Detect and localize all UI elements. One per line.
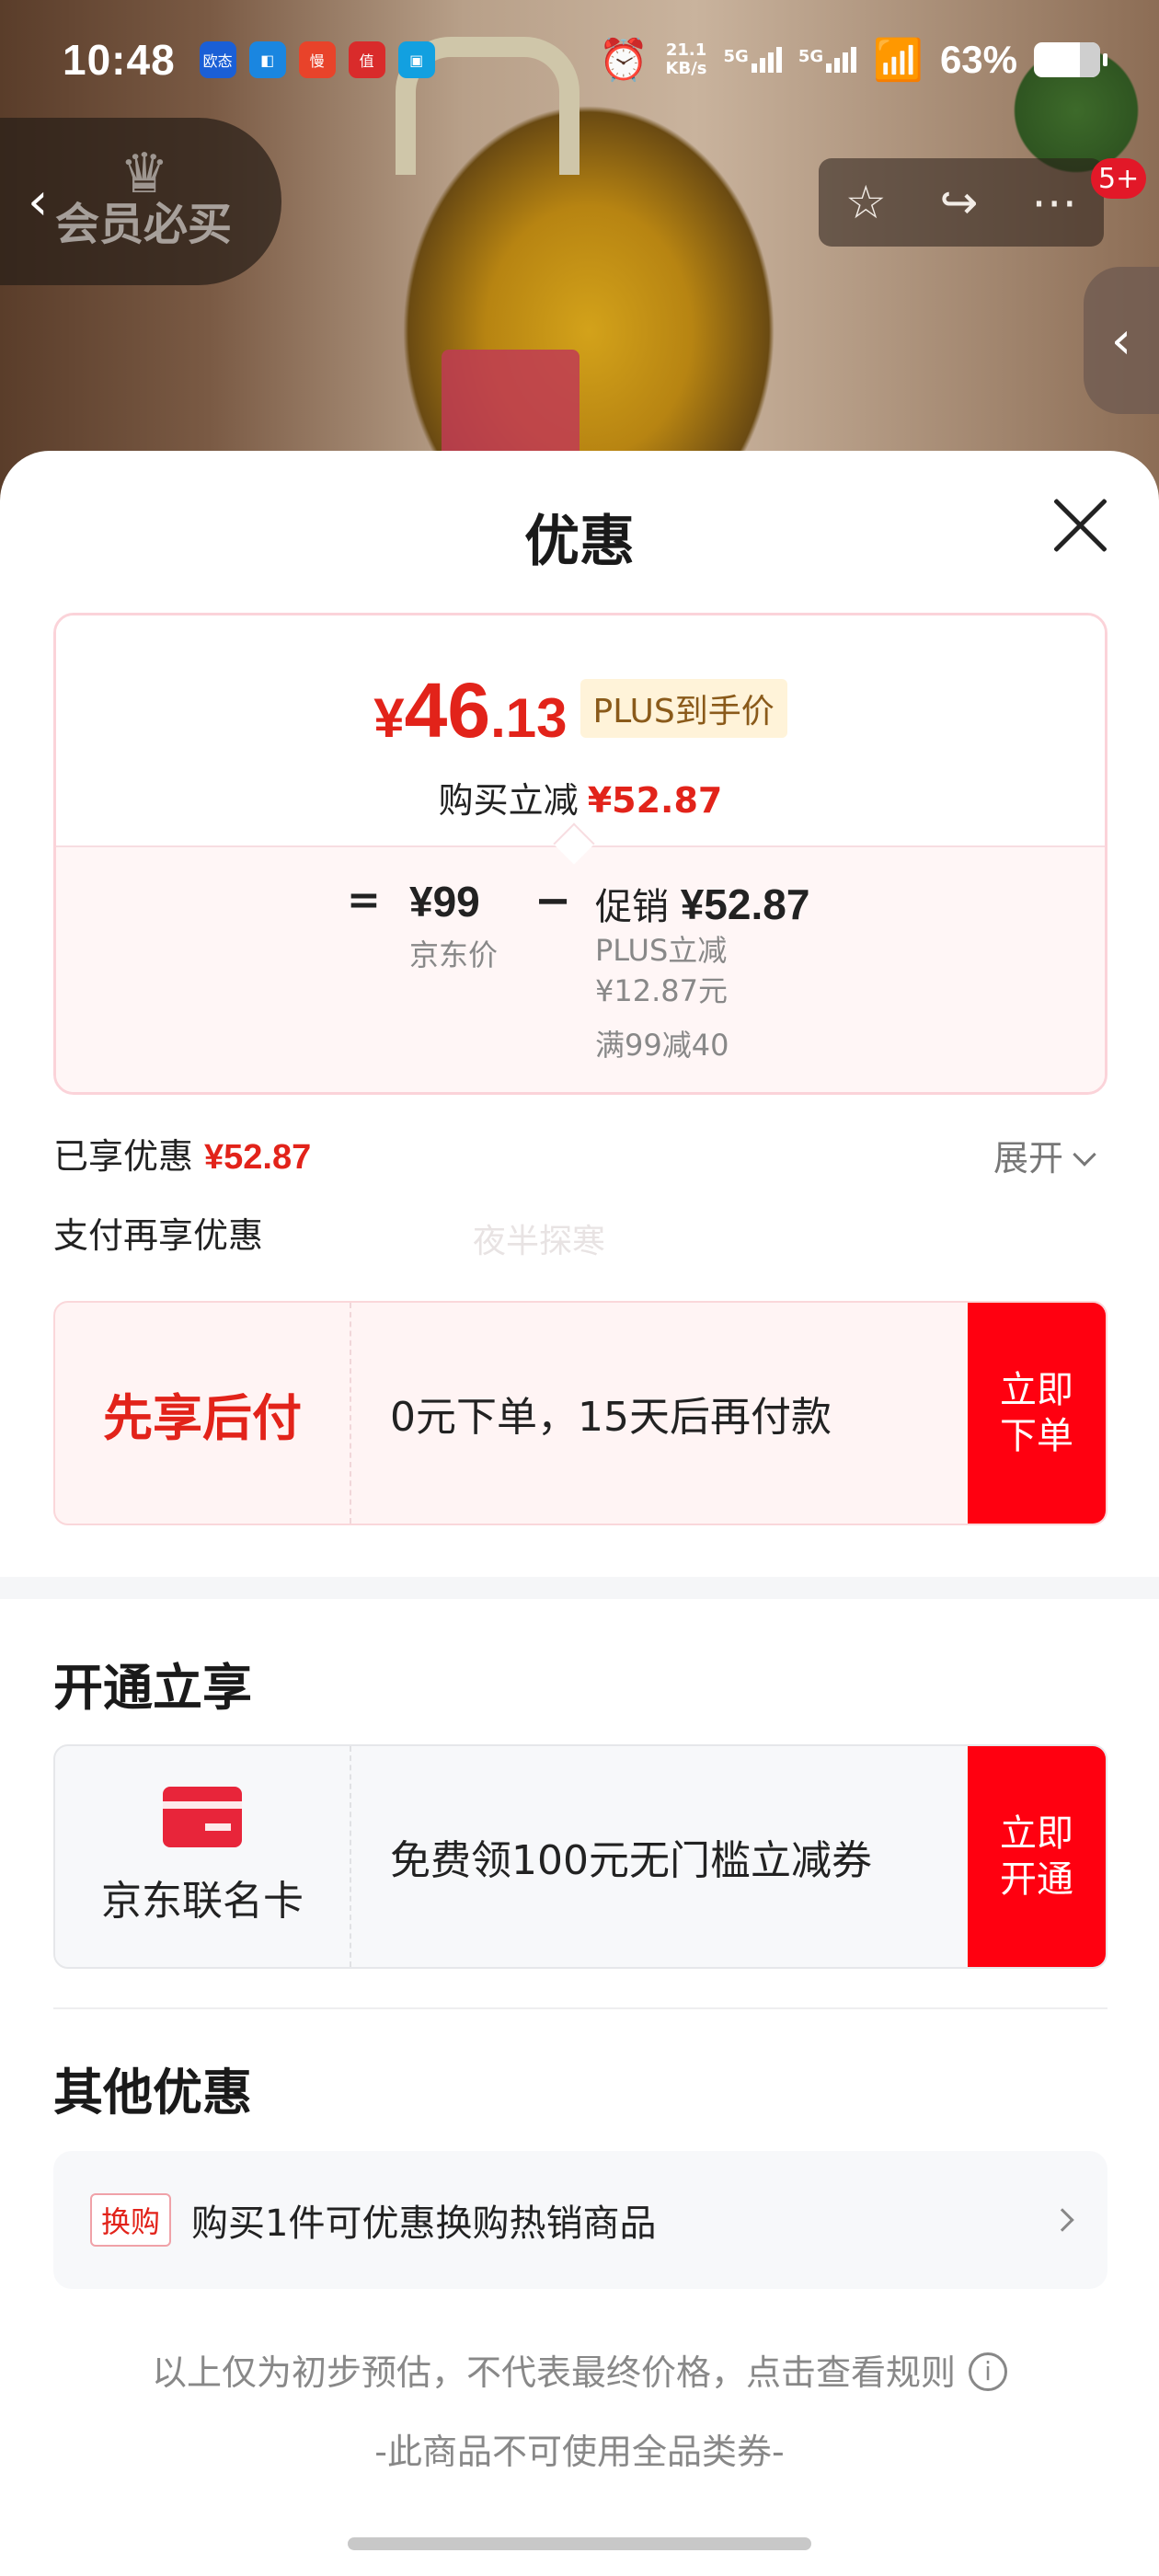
status-indicators: ⏰ 21.1 KB/s 5G 5G 📶 63%: [598, 36, 1107, 84]
divider: [53, 2007, 1107, 2009]
coupon-note: -此商品不可使用全品类券-: [374, 2432, 785, 2472]
enjoyed-label: 已享优惠: [53, 1136, 194, 1177]
app-icon: 值: [348, 41, 385, 78]
plus-reduce-value: ¥12.87元: [595, 973, 728, 1008]
net-speed: 21.1 KB/s: [666, 41, 707, 78]
plus-reduce-label: PLUS立减: [595, 933, 728, 968]
section-divider: [0, 1577, 1159, 1599]
price-decimal: .13: [490, 687, 568, 749]
jd-price-label: 京东价: [409, 937, 499, 972]
close-icon[interactable]: [1049, 493, 1111, 556]
jd-card-offer[interactable]: 京东联名卡 免费领100元无门槛立减券 立即 开通: [53, 1744, 1107, 1969]
discount-value: ¥52.87: [587, 780, 723, 821]
star-icon[interactable]: ☆: [845, 176, 887, 229]
app-icon: 慢: [298, 41, 336, 78]
price-summary: ¥46.13 PLUS到手价 购买立减 ¥52.87: [56, 615, 1105, 845]
pay-more-label: 支付再享优惠: [53, 1215, 264, 1256]
swap-tag: 换购: [90, 2193, 172, 2247]
plus-price-tag: PLUS到手价: [580, 679, 787, 738]
jd-card-info: 京东联名卡: [55, 1746, 351, 1967]
signal-label: 5G: [798, 47, 824, 66]
net-speed-value: 21.1: [665, 40, 707, 60]
jd-card-desc: 免费领100元无门槛立减券: [390, 1837, 872, 1884]
swap-offer-row[interactable]: 换购 购买1件可优惠换购热销商品: [53, 2151, 1107, 2289]
expand-label: 展开: [993, 1138, 1064, 1179]
battery-icon: [1034, 42, 1107, 77]
other-section-title: 其他优惠: [53, 2064, 252, 2122]
home-indicator[interactable]: [348, 2537, 811, 2550]
price-value: ¥46.13: [373, 666, 567, 755]
price-breakdown: = ¥99 京东价 − 促销 ¥52.87 PLUS立减 ¥12.87元 满99…: [56, 845, 1105, 1092]
app-icon: ◧: [248, 41, 286, 78]
price-card: ¥46.13 PLUS到手价 购买立减 ¥52.87 = ¥99 京东价 − 促销…: [53, 613, 1107, 1095]
chevron-down-icon: [1073, 1143, 1096, 1167]
wifi-icon: 📶: [873, 37, 924, 84]
signal-icon: 5G: [724, 47, 782, 73]
bnpl-title: 先享后付: [103, 1388, 302, 1447]
status-bar: 10:48 欧态 ◧ 慢 值 ▣ ⏰ 21.1 KB/s 5G 5G 📶 63%: [0, 0, 1159, 120]
crown-icon: ♛: [120, 142, 169, 206]
top-nav-left: ‹ ♛ 会员必买: [0, 118, 281, 285]
discount-summary: 购买立减 ¥52.87: [56, 772, 1105, 822]
promo-label: 促销: [595, 886, 669, 928]
status-time: 10:48: [63, 36, 176, 84]
promo-head: 促销 ¥52.87: [595, 877, 809, 930]
bnpl-desc: 0元下单，15天后再付款: [390, 1394, 832, 1441]
app-icon: 欧态: [199, 41, 236, 78]
share-icon[interactable]: ↪: [939, 176, 978, 229]
info-icon[interactable]: i: [969, 2352, 1007, 2391]
side-tab-icon[interactable]: ‹: [1084, 267, 1159, 414]
promo-value: ¥52.87: [680, 880, 810, 928]
promo-breakdown: 促销 ¥52.87 PLUS立减 ¥12.87元 满99减40: [595, 877, 809, 1064]
discount-label: 购买立减: [438, 780, 579, 821]
app-icon: ▣: [397, 41, 435, 78]
more-icon[interactable]: ⋯: [1031, 176, 1077, 229]
battery-percent: 63%: [939, 38, 1017, 81]
enjoyed-value: ¥52.87: [204, 1138, 312, 1177]
disclaimer-text: 以上仅为初步预估，不代表最终价格，点击查看规则: [151, 2352, 956, 2393]
open-section-title: 开通立享: [53, 1659, 252, 1717]
minus-sign: −: [534, 875, 572, 926]
full-reduce-label: 满99减40: [595, 1028, 729, 1063]
credit-card-icon: [163, 1787, 242, 1847]
equals-sign: =: [347, 877, 381, 924]
member-label: 会员必买: [55, 199, 233, 250]
signal-icon: 5G: [798, 47, 857, 73]
top-nav-actions: ☆ ↪ ⋯: [819, 158, 1104, 247]
message-badge: 5+: [1091, 158, 1147, 199]
discount-sheet: 优惠 ¥46.13 PLUS到手价 购买立减 ¥52.87 = ¥99 京东价 −: [0, 451, 1159, 2576]
member-badge[interactable]: ♛ 会员必买: [55, 142, 233, 252]
order-now-button[interactable]: 立即 下单: [968, 1303, 1106, 1524]
jd-price: ¥99 京东价: [409, 877, 498, 974]
sheet-title: 优惠: [524, 510, 635, 574]
net-speed-unit: KB/s: [665, 59, 707, 78]
price-currency: ¥: [373, 687, 405, 749]
alarm-icon: ⏰: [598, 37, 649, 84]
chevron-right-icon: [1050, 2208, 1074, 2232]
expand-button[interactable]: 展开: [993, 1130, 1096, 1180]
bnpl-title-area: 先享后付: [55, 1303, 351, 1524]
rules-disclaimer[interactable]: 以上仅为初步预估，不代表最终价格，点击查看规则 i: [0, 2344, 1159, 2395]
open-now-button[interactable]: 立即 开通: [968, 1746, 1106, 1967]
status-app-icons: 欧态 ◧ 慢 值 ▣: [199, 41, 435, 78]
swap-offer-text: 购买1件可优惠换购热销商品: [191, 2202, 657, 2245]
enjoyed-discount: 已享优惠 ¥52.87: [53, 1128, 311, 1179]
price-integer: 46: [404, 667, 491, 753]
final-price: ¥46.13 PLUS到手价: [56, 666, 1105, 755]
bnpl-card[interactable]: 先享后付 0元下单，15天后再付款 立即 下单: [53, 1301, 1107, 1525]
jd-card-label: 京东联名卡: [101, 1878, 304, 1925]
jd-price-value: ¥99: [409, 878, 480, 926]
signal-label: 5G: [723, 47, 749, 66]
watermark: 夜半探寒: [473, 1223, 606, 1260]
